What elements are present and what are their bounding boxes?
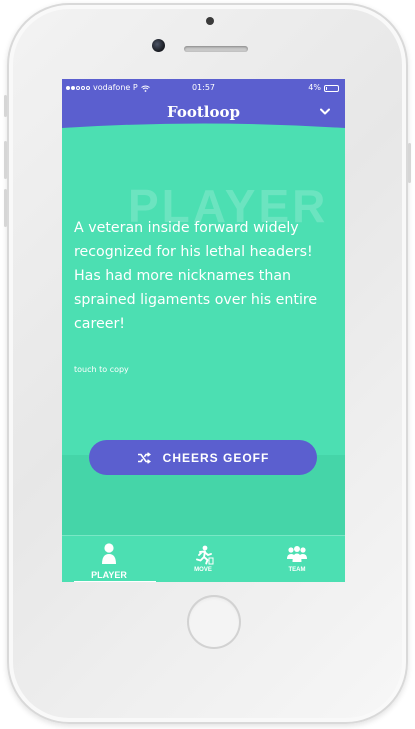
app-screen: vodafone P 01:57 4% Footloop PLAYER A ve… xyxy=(62,79,345,582)
volume-down-button xyxy=(4,189,7,227)
navigation-bar: Footloop xyxy=(62,97,345,137)
shuffle-icon xyxy=(137,451,151,464)
status-time: 01:57 xyxy=(191,83,216,92)
power-button xyxy=(408,143,411,183)
chevron-down-icon[interactable] xyxy=(320,108,330,118)
battery-percentage: 4% xyxy=(308,83,321,92)
app-title: Footloop xyxy=(167,103,240,121)
player-description[interactable]: A veteran inside forward widely recogniz… xyxy=(74,216,340,336)
active-tab-indicator xyxy=(74,581,156,582)
home-button[interactable] xyxy=(187,595,241,649)
person-icon xyxy=(62,543,156,565)
proximity-sensor xyxy=(206,17,214,25)
runner-icon xyxy=(156,545,250,567)
cheers-button-label: CHEERS GEOFF xyxy=(162,450,270,465)
tab-label-team: TEAM xyxy=(288,567,306,573)
status-bar: vodafone P 01:57 4% xyxy=(62,79,345,97)
battery-icon xyxy=(324,84,339,92)
silent-switch xyxy=(4,95,7,117)
cheers-button[interactable]: CHEERS GEOFF xyxy=(89,440,317,475)
status-battery-group: 4% xyxy=(308,79,339,97)
tab-bar: PLAYER MOVE TEAM xyxy=(62,535,345,582)
tab-label-move: MOVE xyxy=(194,567,212,573)
earpiece-speaker xyxy=(184,46,248,52)
group-icon xyxy=(250,545,344,567)
tab-team[interactable]: TEAM xyxy=(250,536,344,582)
front-camera-icon xyxy=(152,39,165,52)
copy-hint: touch to copy xyxy=(74,365,129,374)
tab-player[interactable]: PLAYER xyxy=(62,536,156,582)
tab-label-player: PLAYER xyxy=(91,570,127,580)
volume-up-button xyxy=(4,141,7,179)
tab-move[interactable]: MOVE xyxy=(156,536,250,582)
